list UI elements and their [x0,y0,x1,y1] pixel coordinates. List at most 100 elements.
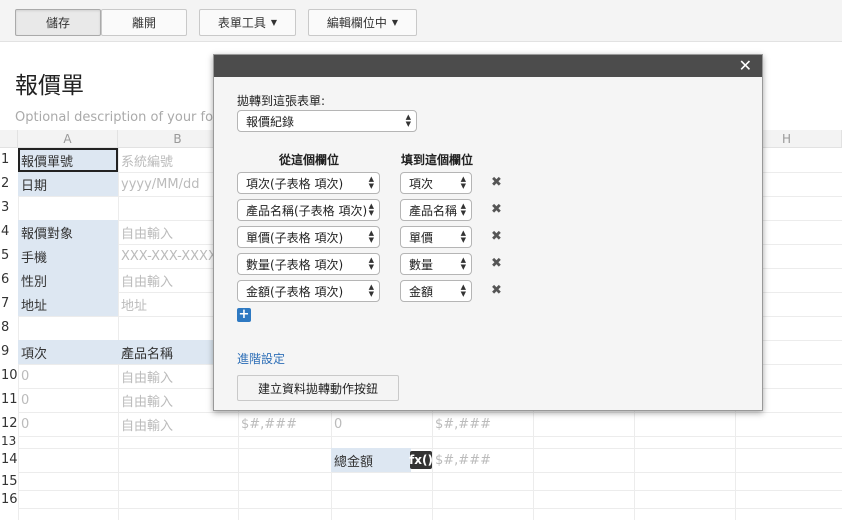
cell-a5[interactable]: 手機 [18,244,118,268]
select-arrows-icon: ▲ ▼ [368,202,374,217]
add-mapping-icon[interactable]: + [237,308,251,322]
to-field-header: 填到這個欄位 [401,153,474,167]
save-button[interactable]: 儲存 [15,9,101,36]
row-number[interactable]: 9 [0,344,18,359]
form-tools-label: 表單工具 [217,16,266,30]
row-number[interactable]: 4 [0,224,18,239]
caret-down-icon: ▼ [391,18,399,27]
save-label: 儲存 [45,16,70,30]
from-field-value: 金額(子表格 項次) [246,284,344,299]
target-form-label: 拋轉到這張表單: [237,94,326,108]
select-arrows-icon: ▲ ▼ [368,283,374,298]
select-arrows-icon: ▲ ▼ [368,175,374,190]
grid-line [18,148,19,520]
from-field-select[interactable]: 單價(子表格 項次) ▲ ▼ [237,226,380,248]
to-field-value: 單價 [409,230,434,245]
select-arrows-icon: ▲ ▼ [460,283,466,298]
to-field-select[interactable]: 數量 ▲ ▼ [400,253,472,275]
grid-line [18,508,842,509]
row-number[interactable]: 12 [0,416,18,431]
row-number[interactable]: 15 [0,474,18,489]
leave-button[interactable]: 離開 [101,9,187,36]
create-transfer-label: 建立資料拋轉動作按鈕 [257,381,378,396]
to-field-select[interactable]: 金額 ▲ ▼ [400,280,472,302]
grid-line [18,490,842,491]
remove-mapping-icon[interactable]: ✖ [491,229,502,244]
target-form-value: 報價紀錄 [246,114,295,129]
corner-header [0,130,18,148]
row-number[interactable]: 3 [0,200,18,215]
select-arrows-icon: ▲ ▼ [460,202,466,217]
select-arrows-icon: ▲ ▼ [368,256,374,271]
cell-d14[interactable]: 總金額 [331,448,411,472]
row-number[interactable]: 14 [0,452,18,467]
select-arrows-icon: ▲ ▼ [460,229,466,244]
cell-a9[interactable]: 項次 [18,340,118,364]
row-number[interactable]: 16 [0,492,18,507]
cell-a7[interactable]: 地址 [18,292,118,316]
advanced-settings-link[interactable]: 進階設定 [237,350,285,367]
cell-a6[interactable]: 性別 [18,268,118,292]
remove-mapping-icon[interactable]: ✖ [491,256,502,271]
from-field-select[interactable]: 金額(子表格 項次) ▲ ▼ [237,280,380,302]
editing-field-dropdown[interactable]: 編輯欄位中 ▼ [308,9,417,36]
caret-down-icon: ▼ [270,18,278,27]
target-form-select[interactable]: 報價紀錄 ▲ ▼ [237,110,417,132]
grid-line [18,472,842,473]
from-field-value: 項次(子表格 項次) [246,176,344,191]
grid-line [18,436,842,437]
column-header-a[interactable]: A [18,130,118,148]
remove-mapping-icon[interactable]: ✖ [491,202,502,217]
toolbar: 儲存 離開 表單工具 ▼ 編輯欄位中 ▼ [0,0,842,42]
form-tools-dropdown[interactable]: 表單工具 ▼ [199,9,296,36]
to-field-select[interactable]: 單價 ▲ ▼ [400,226,472,248]
from-field-select[interactable]: 數量(子表格 項次) ▲ ▼ [237,253,380,275]
row-number[interactable]: 7 [0,296,18,311]
row-number[interactable]: 6 [0,272,18,287]
dialog-title-bar[interactable]: ✕ [214,55,762,77]
close-icon[interactable]: ✕ [739,56,752,76]
from-field-header: 從這個欄位 [279,153,340,167]
remove-mapping-icon[interactable]: ✖ [491,175,502,190]
cell-a11[interactable]: 0 [18,388,118,412]
from-field-value: 產品名稱(子表格 項次) [246,203,368,218]
to-field-select[interactable]: 項次 ▲ ▼ [400,172,472,194]
grid-line [118,148,119,520]
cell-c12[interactable]: $#,### [238,412,331,436]
formula-icon[interactable]: fx() [409,451,433,469]
to-field-select[interactable]: 產品名稱 ▲ ▼ [400,199,472,221]
create-transfer-button[interactable]: 建立資料拋轉動作按鈕 [237,375,399,401]
cell-e12[interactable]: $#,### [432,412,533,436]
select-arrows-icon: ▲ ▼ [405,113,411,128]
cell-a4[interactable]: 報價對象 [18,220,118,244]
from-field-value: 數量(子表格 項次) [246,257,344,272]
editing-field-label: 編輯欄位中 [326,16,387,30]
from-field-select[interactable]: 項次(子表格 項次) ▲ ▼ [237,172,380,194]
to-field-value: 項次 [409,176,434,191]
cell-a2[interactable]: 日期 [18,172,118,196]
select-arrows-icon: ▲ ▼ [368,229,374,244]
to-field-value: 金額 [409,284,434,299]
leave-label: 離開 [131,16,156,30]
row-number[interactable]: 13 [0,434,18,448]
form-description[interactable]: Optional description of your form [15,110,231,125]
row-number[interactable]: 1 [0,152,18,167]
cell-a1[interactable]: 報價單號 [18,148,118,172]
row-number[interactable]: 8 [0,320,18,335]
form-title[interactable]: 報價單 [15,66,84,100]
to-field-value: 產品名稱 [409,203,458,218]
row-number[interactable]: 5 [0,248,18,263]
cell-a10[interactable]: 0 [18,364,118,388]
grid-line [18,448,842,449]
remove-mapping-icon[interactable]: ✖ [491,283,502,298]
row-number[interactable]: 11 [0,392,18,407]
cell-d12[interactable]: 0 [331,412,432,436]
cell-b12[interactable]: 自由輸入 [118,412,238,436]
from-field-value: 單價(子表格 項次) [246,230,344,245]
row-number[interactable]: 2 [0,176,18,191]
cell-a12[interactable]: 0 [18,412,118,436]
cell-e14[interactable]: $#,### [432,448,533,472]
from-field-select[interactable]: 產品名稱(子表格 項次) ▲ ▼ [237,199,380,221]
to-field-value: 數量 [409,257,434,272]
row-number[interactable]: 10 [0,368,18,383]
